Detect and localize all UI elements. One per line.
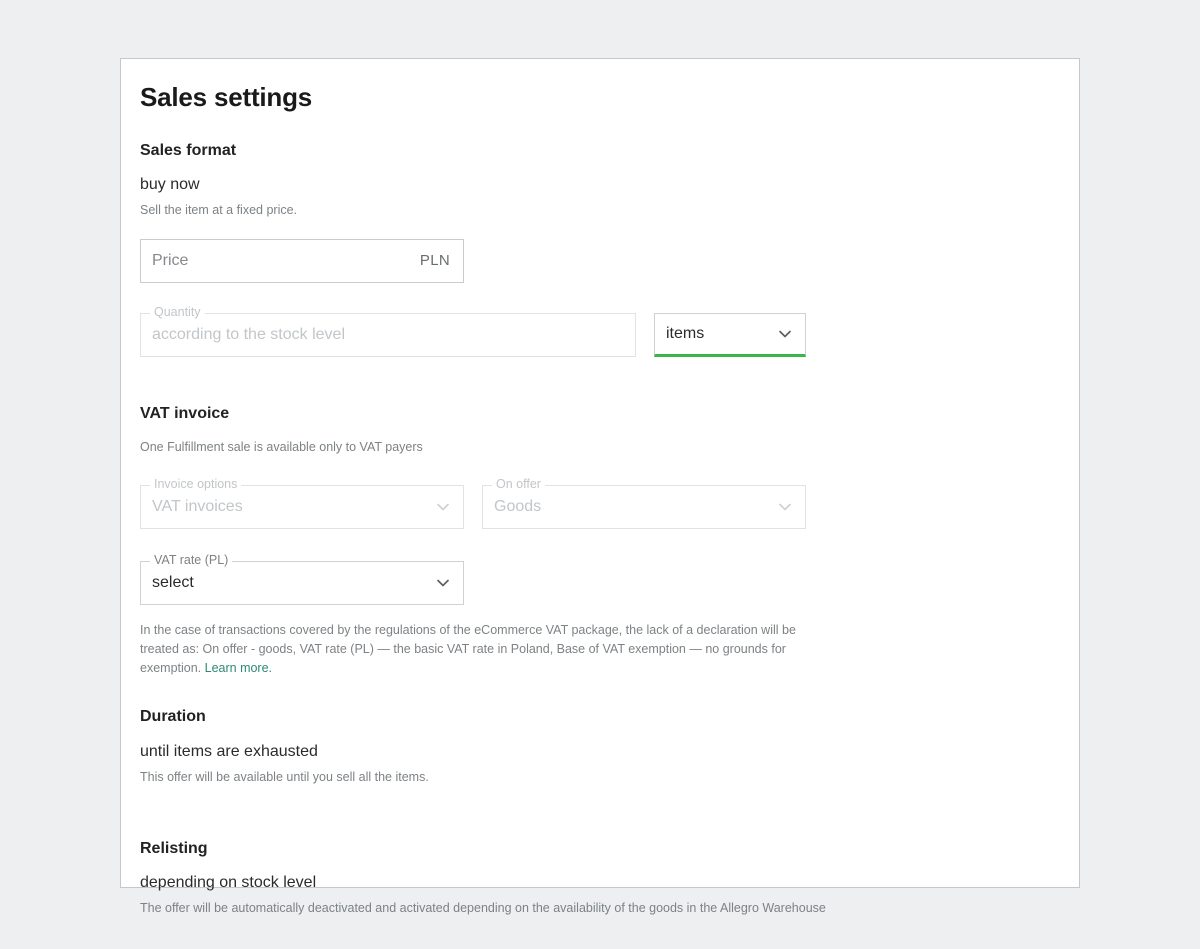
chevron-down-icon bbox=[437, 503, 449, 511]
duration-section: Duration until items are exhausted This … bbox=[140, 707, 1059, 785]
relisting-description: The offer will be automatically deactiva… bbox=[140, 900, 826, 915]
vat-rate-row: VAT rate (PL) select bbox=[140, 554, 1059, 606]
sales-format-heading: Sales format bbox=[140, 141, 237, 159]
page-background: Sales settings Sales format buy now Sell… bbox=[0, 0, 1200, 949]
on-offer-select[interactable]: On offer Goods bbox=[482, 478, 806, 530]
duration-value: until items are exhausted bbox=[140, 742, 318, 760]
relisting-section: Relisting depending on stock level The o… bbox=[140, 839, 1059, 917]
vat-invoice-section: VAT invoice One Fulfillment sale is avai… bbox=[140, 404, 1059, 678]
chevron-down-icon bbox=[779, 503, 791, 511]
vat-rate-label: VAT rate (PL) bbox=[150, 554, 233, 567]
vat-rate-value: select bbox=[152, 574, 194, 592]
vat-rate-select[interactable]: VAT rate (PL) select bbox=[140, 554, 464, 606]
invoice-options-label: Invoice options bbox=[150, 478, 242, 491]
learn-more-link[interactable]: Learn more. bbox=[205, 661, 272, 675]
page-title: Sales settings bbox=[140, 82, 313, 112]
chevron-down-icon bbox=[437, 579, 449, 587]
quantity-row: Quantity according to the stock level it… bbox=[140, 306, 1059, 357]
sales-settings-card: Sales settings Sales format buy now Sell… bbox=[120, 58, 1080, 915]
on-offer-value: Goods bbox=[494, 498, 542, 516]
chevron-down-icon bbox=[779, 330, 791, 338]
price-placeholder: Price bbox=[152, 251, 189, 269]
price-currency-label: PLN bbox=[419, 252, 450, 270]
quantity-input[interactable]: Quantity according to the stock level bbox=[140, 306, 636, 357]
quantity-placeholder: according to the stock level bbox=[152, 325, 345, 343]
invoice-options-value: VAT invoices bbox=[152, 498, 243, 516]
sales-format-value: buy now bbox=[140, 175, 200, 193]
vat-invoice-description: One Fulfillment sale is available only t… bbox=[140, 440, 423, 455]
invoice-options-select[interactable]: Invoice options VAT invoices bbox=[140, 478, 464, 530]
quantity-label: Quantity bbox=[150, 306, 205, 319]
price-input[interactable]: Price PLN bbox=[140, 238, 464, 283]
vat-invoice-heading: VAT invoice bbox=[140, 404, 230, 422]
relisting-value: depending on stock level bbox=[140, 873, 317, 891]
duration-heading: Duration bbox=[140, 708, 206, 726]
duration-description: This offer will be available until you s… bbox=[140, 769, 429, 784]
on-offer-label: On offer bbox=[492, 478, 545, 491]
unit-select[interactable]: items bbox=[654, 312, 806, 357]
unit-select-value: items bbox=[666, 324, 705, 342]
sales-format-description: Sell the item at a fixed price. bbox=[140, 202, 298, 217]
vat-note: In the case of transactions covered by t… bbox=[140, 621, 800, 677]
invoice-row: Invoice options VAT invoices On offer Go… bbox=[140, 478, 1059, 530]
relisting-heading: Relisting bbox=[140, 839, 208, 857]
